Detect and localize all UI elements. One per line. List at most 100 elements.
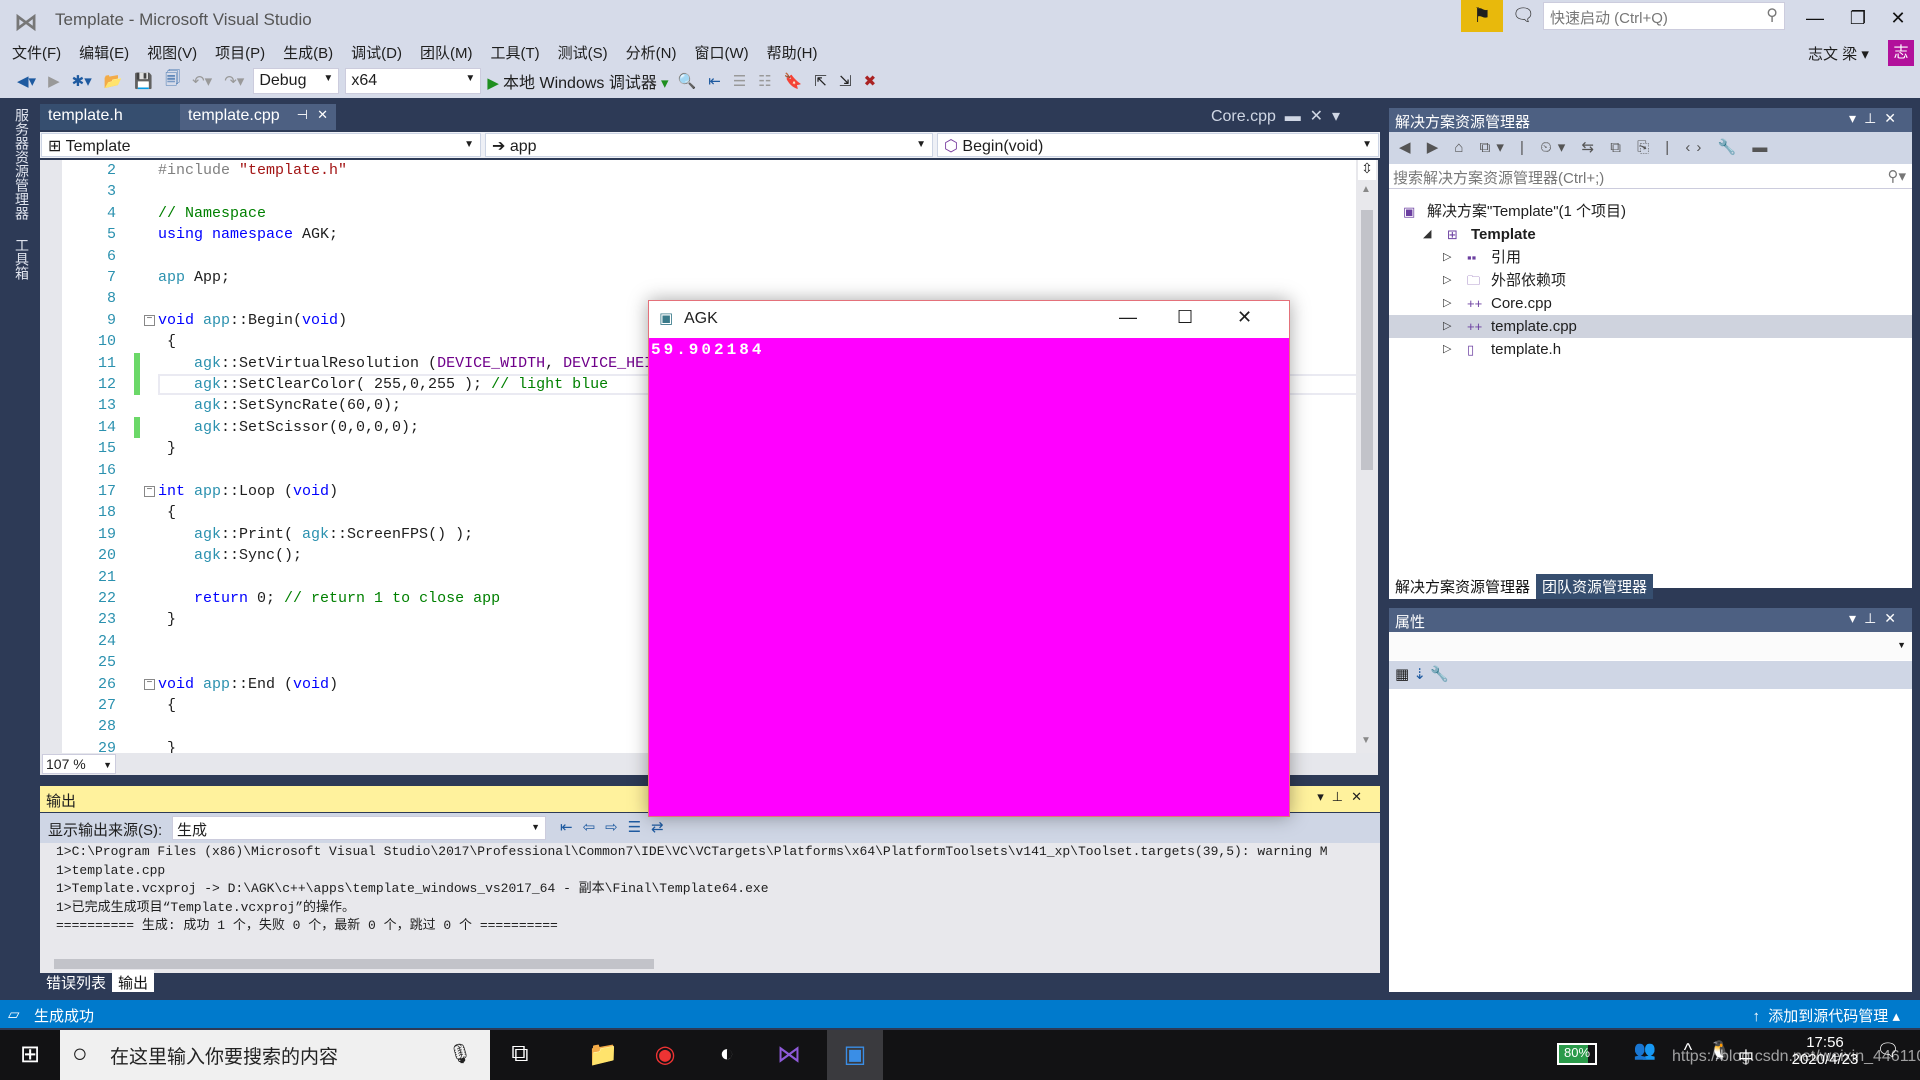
- output-source-select[interactable]: 生成 ▼: [172, 816, 546, 840]
- menu-tools[interactable]: 工具(T): [484, 40, 551, 62]
- tab-core-cpp[interactable]: Core.cpp ▬ ✕ ▾: [1211, 106, 1340, 126]
- new-project-icon[interactable]: ✱▾: [69, 72, 95, 90]
- tab-output[interactable]: 输出: [112, 970, 155, 992]
- tree-item[interactable]: ▷ ++ template.cpp: [1389, 315, 1912, 338]
- menu-build[interactable]: 生成(B): [277, 40, 345, 62]
- find-icon[interactable]: 🔍: [675, 72, 700, 90]
- collapse-icon[interactable]: −: [144, 486, 155, 497]
- comment-icon[interactable]: ☰: [730, 72, 749, 90]
- uncomment-icon[interactable]: ☷: [755, 72, 774, 90]
- task-view-icon[interactable]: ⧉: [500, 1040, 540, 1070]
- add-to-source-control[interactable]: ↑ 添加到源代码管理 ▴: [1752, 1005, 1900, 1026]
- save-icon[interactable]: 💾: [131, 72, 156, 90]
- menu-view[interactable]: 视图(V): [141, 40, 209, 62]
- horizontal-scrollbar[interactable]: [40, 955, 1380, 973]
- menu-window[interactable]: 窗口(W): [688, 40, 760, 62]
- tab-list-dropdown-icon[interactable]: ▾: [1332, 108, 1340, 125]
- undo-icon[interactable]: ↶▾: [189, 72, 215, 90]
- close-tab-icon[interactable]: ✕: [1310, 108, 1323, 125]
- scroll-thumb[interactable]: [54, 959, 654, 969]
- maximize-button[interactable]: ☐: [1177, 307, 1193, 328]
- panel-controls[interactable]: ▾⊥✕: [1849, 610, 1904, 627]
- split-icon[interactable]: ⇳: [1358, 160, 1376, 180]
- save-all-icon[interactable]: 🗐: [162, 68, 183, 93]
- expand-arrow-icon[interactable]: ▷: [1443, 269, 1451, 292]
- tree-item[interactable]: ▷ ▯ template.h: [1389, 338, 1912, 361]
- user-account[interactable]: 志文 梁 ▾: [1808, 43, 1869, 64]
- next-bookmark-icon[interactable]: ⇲: [836, 72, 855, 90]
- expanded-arrow-icon[interactable]: ◢: [1423, 223, 1431, 246]
- scroll-down-icon[interactable]: ▼: [1361, 735, 1371, 746]
- people-icon[interactable]: 👥: [1625, 1040, 1665, 1070]
- tab-template-cpp[interactable]: template.cpp ⊣ ✕: [180, 104, 336, 130]
- menu-file[interactable]: 文件(F): [6, 40, 73, 62]
- panel-controls[interactable]: ▾⊥✕: [1849, 110, 1904, 127]
- tree-item[interactable]: ◢ ⊞ Template: [1389, 223, 1912, 246]
- avatar[interactable]: 志: [1888, 40, 1914, 66]
- close-tab-icon[interactable]: ✕: [317, 107, 328, 123]
- chrome-icon[interactable]: ◉: [645, 1040, 685, 1070]
- class-select[interactable]: ➔ app ▼: [485, 133, 933, 157]
- output-tool-icons[interactable]: ⇤⇦⇨☰⇄: [560, 818, 674, 836]
- tab-team-explorer[interactable]: 团队资源管理器: [1536, 574, 1654, 599]
- windows-start-icon[interactable]: ⊞: [10, 1040, 50, 1070]
- output-text[interactable]: 1>C:\Program Files (x86)\Microsoft Visua…: [40, 843, 1380, 955]
- platform-select[interactable]: x64 ▼: [345, 67, 482, 94]
- toolbox-tab[interactable]: 工具箱: [12, 238, 32, 280]
- server-explorer-tab[interactable]: 服务器资源管理器: [12, 108, 32, 220]
- close-button[interactable]: ✕: [1237, 307, 1252, 328]
- taskbar-search[interactable]: ○ 在这里输入你要搜索的内容 🎙: [60, 1030, 490, 1080]
- tab-template-h[interactable]: template.h: [40, 104, 180, 130]
- zoom-select[interactable]: 107 % ▼: [42, 754, 116, 774]
- categorized-icon[interactable]: ▦: [1395, 666, 1409, 683]
- configuration-select[interactable]: Debug ▼: [253, 67, 340, 94]
- expand-arrow-icon[interactable]: ▷: [1443, 338, 1451, 361]
- menu-test[interactable]: 测试(S): [552, 40, 620, 62]
- expand-arrow-icon[interactable]: ▷: [1443, 246, 1451, 269]
- back-icon[interactable]: ◀▾: [14, 72, 39, 90]
- alphabetical-icon[interactable]: ⇣: [1413, 666, 1426, 683]
- tree-item[interactable]: ▷ 🗀 外部依赖项: [1389, 269, 1912, 292]
- project-scope-select[interactable]: ⊞ Template ▼: [41, 133, 481, 157]
- visual-studio-icon[interactable]: ⋈: [769, 1040, 809, 1070]
- open-file-icon[interactable]: 📂: [101, 72, 126, 90]
- solution-toolbar[interactable]: ◀ ▶ ⌂ ⧉▾ | ⏲▾ ⇆ ⧉ ⎘ | ‹› 🔧 ▬: [1389, 132, 1912, 164]
- agk-titlebar[interactable]: ▣ AGK — ☐ ✕: [649, 301, 1289, 338]
- expand-arrow-icon[interactable]: ▷: [1443, 292, 1451, 315]
- notification-flag-icon[interactable]: ⚑: [1461, 0, 1503, 32]
- clear-bookmarks-icon[interactable]: ✖: [861, 72, 880, 90]
- close-button[interactable]: ✕: [1878, 4, 1918, 32]
- menu-team[interactable]: 团队(M): [414, 40, 485, 62]
- pin-icon[interactable]: ▬: [1285, 108, 1301, 125]
- menu-edit[interactable]: 编辑(E): [73, 40, 141, 62]
- agk-window[interactable]: ▣ AGK — ☐ ✕ 59.902184: [648, 300, 1290, 817]
- pin-icon[interactable]: ⊣: [297, 107, 308, 123]
- app-icon[interactable]: ◐: [707, 1040, 747, 1070]
- bookmark-icon[interactable]: 🔖: [781, 72, 806, 90]
- minimize-button[interactable]: —: [1119, 307, 1137, 328]
- agk-app-icon[interactable]: ▣: [827, 1030, 883, 1080]
- collapse-icon[interactable]: −: [144, 678, 155, 690]
- panel-controls[interactable]: ▾⊥✕: [1317, 789, 1370, 805]
- microphone-icon[interactable]: 🎙: [448, 1042, 472, 1066]
- properties-object-select[interactable]: ▼: [1389, 632, 1912, 660]
- menu-debug[interactable]: 调试(D): [345, 40, 414, 62]
- redo-icon[interactable]: ↷▾: [221, 72, 247, 90]
- tab-error-list[interactable]: 错误列表: [40, 970, 112, 992]
- tree-item[interactable]: ▣ 解决方案"Template"(1 个项目): [1389, 200, 1912, 223]
- scroll-thumb[interactable]: [1361, 210, 1373, 470]
- minimize-button[interactable]: —: [1795, 4, 1835, 32]
- collapse-icon[interactable]: −: [144, 314, 155, 326]
- vertical-scrollbar[interactable]: ⇳ ▲ ▼: [1356, 160, 1378, 753]
- property-pages-icon[interactable]: 🔧: [1430, 666, 1449, 683]
- file-explorer-icon[interactable]: 📁: [583, 1040, 623, 1070]
- battery-indicator[interactable]: 80%: [1557, 1043, 1597, 1065]
- scroll-up-icon[interactable]: ▲: [1361, 184, 1371, 195]
- expand-arrow-icon[interactable]: ▷: [1443, 315, 1451, 338]
- solution-search-input[interactable]: 搜索解决方案资源管理器(Ctrl+;) ⚲▾: [1389, 165, 1912, 189]
- run-button[interactable]: ▶ 本地 Windows 调试器 ▾: [487, 69, 668, 93]
- prev-bookmark-icon[interactable]: ⇱: [811, 72, 830, 90]
- quick-launch-input[interactable]: 快速启动 (Ctrl+Q) ⚲: [1543, 2, 1785, 30]
- menu-project[interactable]: 项目(P): [209, 40, 277, 62]
- tree-item[interactable]: ▷ ▪▪ 引用: [1389, 246, 1912, 269]
